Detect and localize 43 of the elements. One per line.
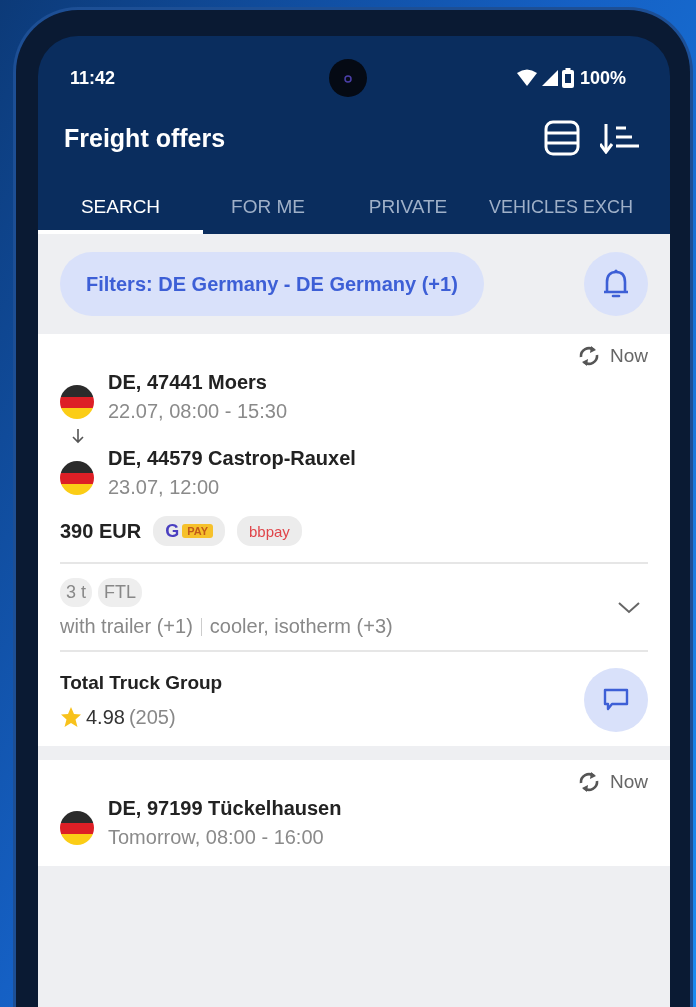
payment-badge: G PAY	[153, 516, 225, 546]
location-text: DE, 47441 Moers	[108, 370, 268, 395]
battery-icon	[561, 68, 574, 88]
date-time-text: 22.07, 08:00 - 15:30	[108, 399, 288, 424]
flag-icon	[60, 385, 94, 419]
updated-time: Now	[610, 771, 648, 793]
payment-badge: bbpay	[236, 516, 302, 546]
tab[interactable]: PRIVATE	[333, 176, 483, 234]
status-time: 11:42	[70, 67, 117, 89]
chevron-down-icon	[618, 602, 640, 614]
signal-icon	[540, 69, 559, 87]
detail-text: cooler, isotherm (+3)	[209, 615, 393, 638]
offer-card[interactable]: Now DE, 47441 Moers 22.07, 08:00 - 15:30 DE, 44579 Castrop-Rauxel 23.07, 12:00 390 EUR G PAY bbpay 3 t FTL with trailer (+1) cooler, isotherm (+3) Total Truck Group 4.98 (205)	[38, 334, 670, 746]
date-time-text: 23.07, 12:00	[108, 475, 221, 500]
bell-icon	[603, 269, 629, 299]
down-arrow-icon	[71, 428, 85, 444]
updated-time: Now	[610, 345, 648, 367]
chat-icon	[603, 688, 629, 712]
offer-card[interactable]: Now DE, 97199 Tückelhausen Tomorrow, 08:00 - 16:00	[38, 760, 670, 866]
app-title: Freight offers	[64, 123, 226, 153]
tab[interactable]: FOR ME	[203, 176, 333, 234]
price-text: 390 EUR	[60, 519, 142, 543]
review-count: (205)	[128, 705, 176, 729]
sort-icon	[600, 122, 640, 154]
rating-value: 4.98	[86, 705, 125, 729]
tag-chip: FTL	[98, 578, 143, 607]
camera-hole-icon	[328, 58, 368, 98]
star-icon	[60, 706, 82, 728]
date-time-text: Tomorrow, 08:00 - 16:00	[108, 825, 325, 850]
location-text: DE, 97199 Tückelhausen	[108, 796, 342, 821]
flag-icon	[60, 461, 94, 495]
sort-button[interactable]	[600, 122, 640, 154]
company-name: Total Truck Group	[60, 671, 223, 694]
list-view-icon	[544, 120, 580, 156]
detail-text: with trailer (+1)	[60, 615, 193, 638]
location-text: DE, 44579 Castrop-Rauxel	[108, 446, 356, 471]
battery-percentage: 100%	[579, 67, 626, 89]
filter-chip[interactable]: Filters: DE Germany - DE Germany (+1)	[60, 252, 484, 316]
tab[interactable]: VEHICLES EXCH	[483, 176, 663, 234]
flag-icon	[60, 811, 94, 845]
list-view-button[interactable]	[544, 120, 580, 156]
tag-chip: 3 t	[60, 578, 92, 607]
wifi-icon	[515, 69, 538, 87]
